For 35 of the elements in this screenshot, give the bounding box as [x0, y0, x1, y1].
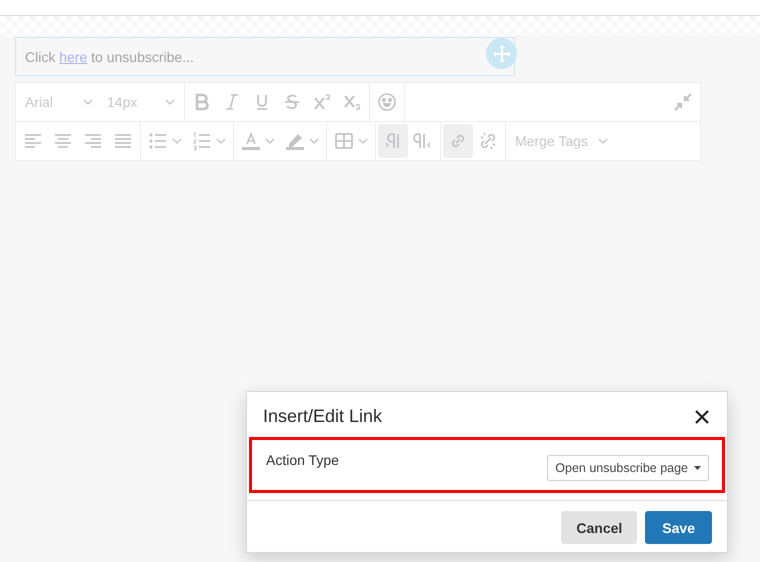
field-label: Action Type: [266, 451, 339, 468]
justify-icon: [113, 131, 133, 151]
emoji-icon: [377, 92, 397, 112]
move-handle[interactable]: [486, 38, 517, 69]
chevron-icon: [165, 99, 175, 105]
chevron-icon: [598, 138, 608, 144]
superscript-icon: [312, 92, 332, 112]
chevron-icon: [83, 99, 93, 105]
close-icon[interactable]: [693, 408, 711, 426]
text-block[interactable]: Click here to unsubscribe...: [15, 37, 515, 76]
cancel-button[interactable]: Cancel: [561, 511, 638, 544]
collapse-icon: [673, 92, 693, 112]
chevron-icon: [172, 138, 182, 144]
chevron-icon: [265, 138, 275, 144]
chevron-icon: [309, 138, 319, 144]
highlight-icon: [285, 131, 305, 151]
align-left-icon: [23, 131, 43, 151]
text-color-icon: [241, 131, 261, 151]
link-button[interactable]: [443, 124, 473, 158]
table-icon: [334, 131, 354, 151]
action-type-dropdown[interactable]: Open unsubscribe page: [547, 455, 709, 481]
unlink-icon: [478, 131, 498, 151]
numbers-icon: [192, 131, 212, 151]
rtl-icon: [413, 131, 433, 151]
caret-icon: [694, 466, 701, 470]
bullets-icon: [148, 131, 168, 151]
align-center-icon: [53, 131, 73, 151]
chevron-icon: [216, 138, 226, 144]
align-right-icon: [83, 131, 103, 151]
ltr-button[interactable]: [378, 124, 408, 158]
strike-icon: [282, 92, 302, 112]
unsubscribe-link[interactable]: here: [59, 48, 88, 64]
chevron-icon: [358, 138, 368, 144]
save-button[interactable]: Save: [645, 511, 712, 544]
dialog-title: Insert/Edit Link: [263, 406, 382, 427]
